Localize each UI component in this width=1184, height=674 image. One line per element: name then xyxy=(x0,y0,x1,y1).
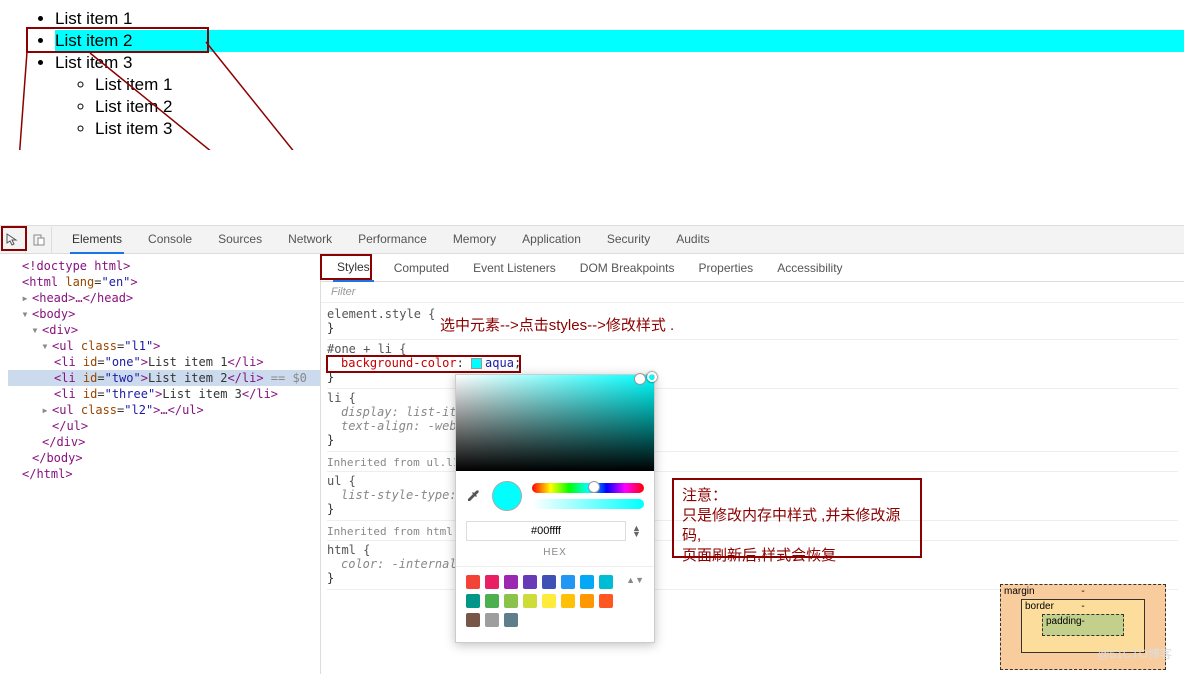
subtab-computed[interactable]: Computed xyxy=(390,255,453,281)
page-content: List item 1 List item 2 List item 3 List… xyxy=(0,0,1184,140)
devtools-toolbar: Elements Console Sources Network Perform… xyxy=(0,226,1184,254)
palette: ▲▼ xyxy=(456,566,654,642)
subtab-event-listeners[interactable]: Event Listeners xyxy=(469,255,560,281)
color-swatch-icon[interactable] xyxy=(471,358,482,369)
palette-swatch[interactable] xyxy=(580,575,594,589)
list-item-highlighted[interactable]: List item 2 xyxy=(55,30,1184,52)
watermark: @51CTO博客 xyxy=(1097,645,1172,662)
subtab-accessibility[interactable]: Accessibility xyxy=(773,255,846,281)
hex-input[interactable] xyxy=(466,521,626,541)
palette-swatch[interactable] xyxy=(542,575,556,589)
eyedropper-icon[interactable] xyxy=(466,488,482,504)
tab-audits[interactable]: Audits xyxy=(674,226,711,254)
palette-swatch[interactable] xyxy=(523,575,537,589)
palette-swatch[interactable] xyxy=(561,594,575,608)
format-toggle-icon[interactable]: ▲▼ xyxy=(632,525,644,537)
hue-slider[interactable] xyxy=(532,483,644,493)
palette-swatch[interactable] xyxy=(599,594,613,608)
saturation-field[interactable] xyxy=(456,375,654,471)
palette-swatch[interactable] xyxy=(485,613,499,627)
inspect-element-icon[interactable] xyxy=(0,227,26,253)
subtab-styles[interactable]: Styles xyxy=(333,254,374,282)
tab-application[interactable]: Application xyxy=(520,226,583,254)
list-item: List item 1 xyxy=(55,8,1184,30)
devtools-tabs: Elements Console Sources Network Perform… xyxy=(52,226,712,254)
annotation-text: 选中元素-->点击styles-->修改样式 . xyxy=(440,314,674,335)
palette-swatch[interactable] xyxy=(599,575,613,589)
list-item: List item 3 xyxy=(55,52,1184,74)
current-color-icon xyxy=(492,481,522,511)
list-item: List item 1 xyxy=(95,74,1184,96)
dom-selected-node[interactable]: <li id="two">List item 2</li> == $0 xyxy=(8,370,320,386)
tab-network[interactable]: Network xyxy=(286,226,334,254)
palette-swatch[interactable] xyxy=(504,613,518,627)
dom-tree[interactable]: <!doctype html> <html lang="en"> ▸<head>… xyxy=(0,254,320,674)
annotation-text: 注意： 只是修改内存中样式 ,并未修改源码, 页面刷新后,样式会恢复 xyxy=(672,478,922,558)
inner-list: List item 1 List item 2 List item 3 xyxy=(55,74,1184,140)
tab-memory[interactable]: Memory xyxy=(451,226,498,254)
list-item: List item 3 xyxy=(95,118,1184,140)
subtab-dom-breakpoints[interactable]: DOM Breakpoints xyxy=(576,255,679,281)
tab-elements[interactable]: Elements xyxy=(70,226,124,254)
palette-swatch[interactable] xyxy=(504,594,518,608)
list-item: List item 2 xyxy=(95,96,1184,118)
tab-console[interactable]: Console xyxy=(146,226,194,254)
alpha-slider[interactable] xyxy=(532,499,644,509)
palette-swatch[interactable] xyxy=(485,594,499,608)
palette-swatch[interactable] xyxy=(542,594,556,608)
palette-swatch[interactable] xyxy=(580,594,594,608)
subtab-properties[interactable]: Properties xyxy=(694,255,757,281)
palette-swatch[interactable] xyxy=(466,575,480,589)
outer-list: List item 1 List item 2 List item 3 List… xyxy=(15,8,1184,140)
hex-label: HEX xyxy=(456,547,654,566)
palette-swatch[interactable] xyxy=(523,594,537,608)
tab-sources[interactable]: Sources xyxy=(216,226,264,254)
tab-security[interactable]: Security xyxy=(605,226,652,254)
color-picker[interactable]: ▲▼ HEX ▲▼ xyxy=(455,374,655,643)
palette-swatch[interactable] xyxy=(485,575,499,589)
palette-swatch[interactable] xyxy=(466,594,480,608)
palette-swatch[interactable] xyxy=(504,575,518,589)
tab-performance[interactable]: Performance xyxy=(356,226,429,254)
palette-swatch[interactable] xyxy=(561,575,575,589)
palette-swatch[interactable] xyxy=(466,613,480,627)
palette-expand-icon[interactable]: ▲▼ xyxy=(626,575,644,589)
device-toggle-icon[interactable] xyxy=(26,227,52,253)
styles-subtabs: Styles Computed Event Listeners DOM Brea… xyxy=(321,254,1184,282)
filter-input[interactable]: Filter xyxy=(321,282,1184,303)
